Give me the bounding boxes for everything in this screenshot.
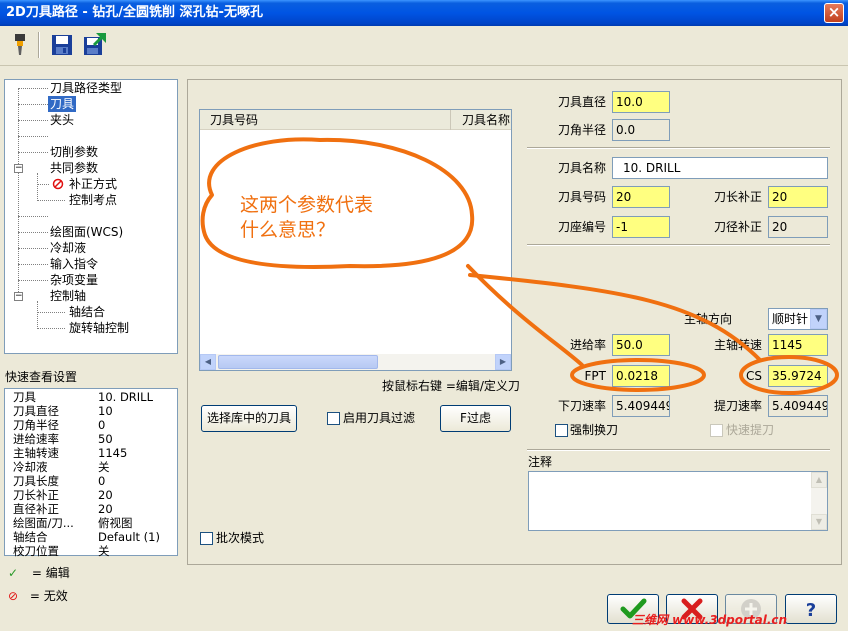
annotation-cs-circle [739,355,839,395]
annotation-text: 这两个参数代表 什么意思？ [240,194,374,241]
annotation-fpt-circle [570,358,706,392]
annotation-connector [468,273,762,362]
annotation-overlay [200,137,839,395]
